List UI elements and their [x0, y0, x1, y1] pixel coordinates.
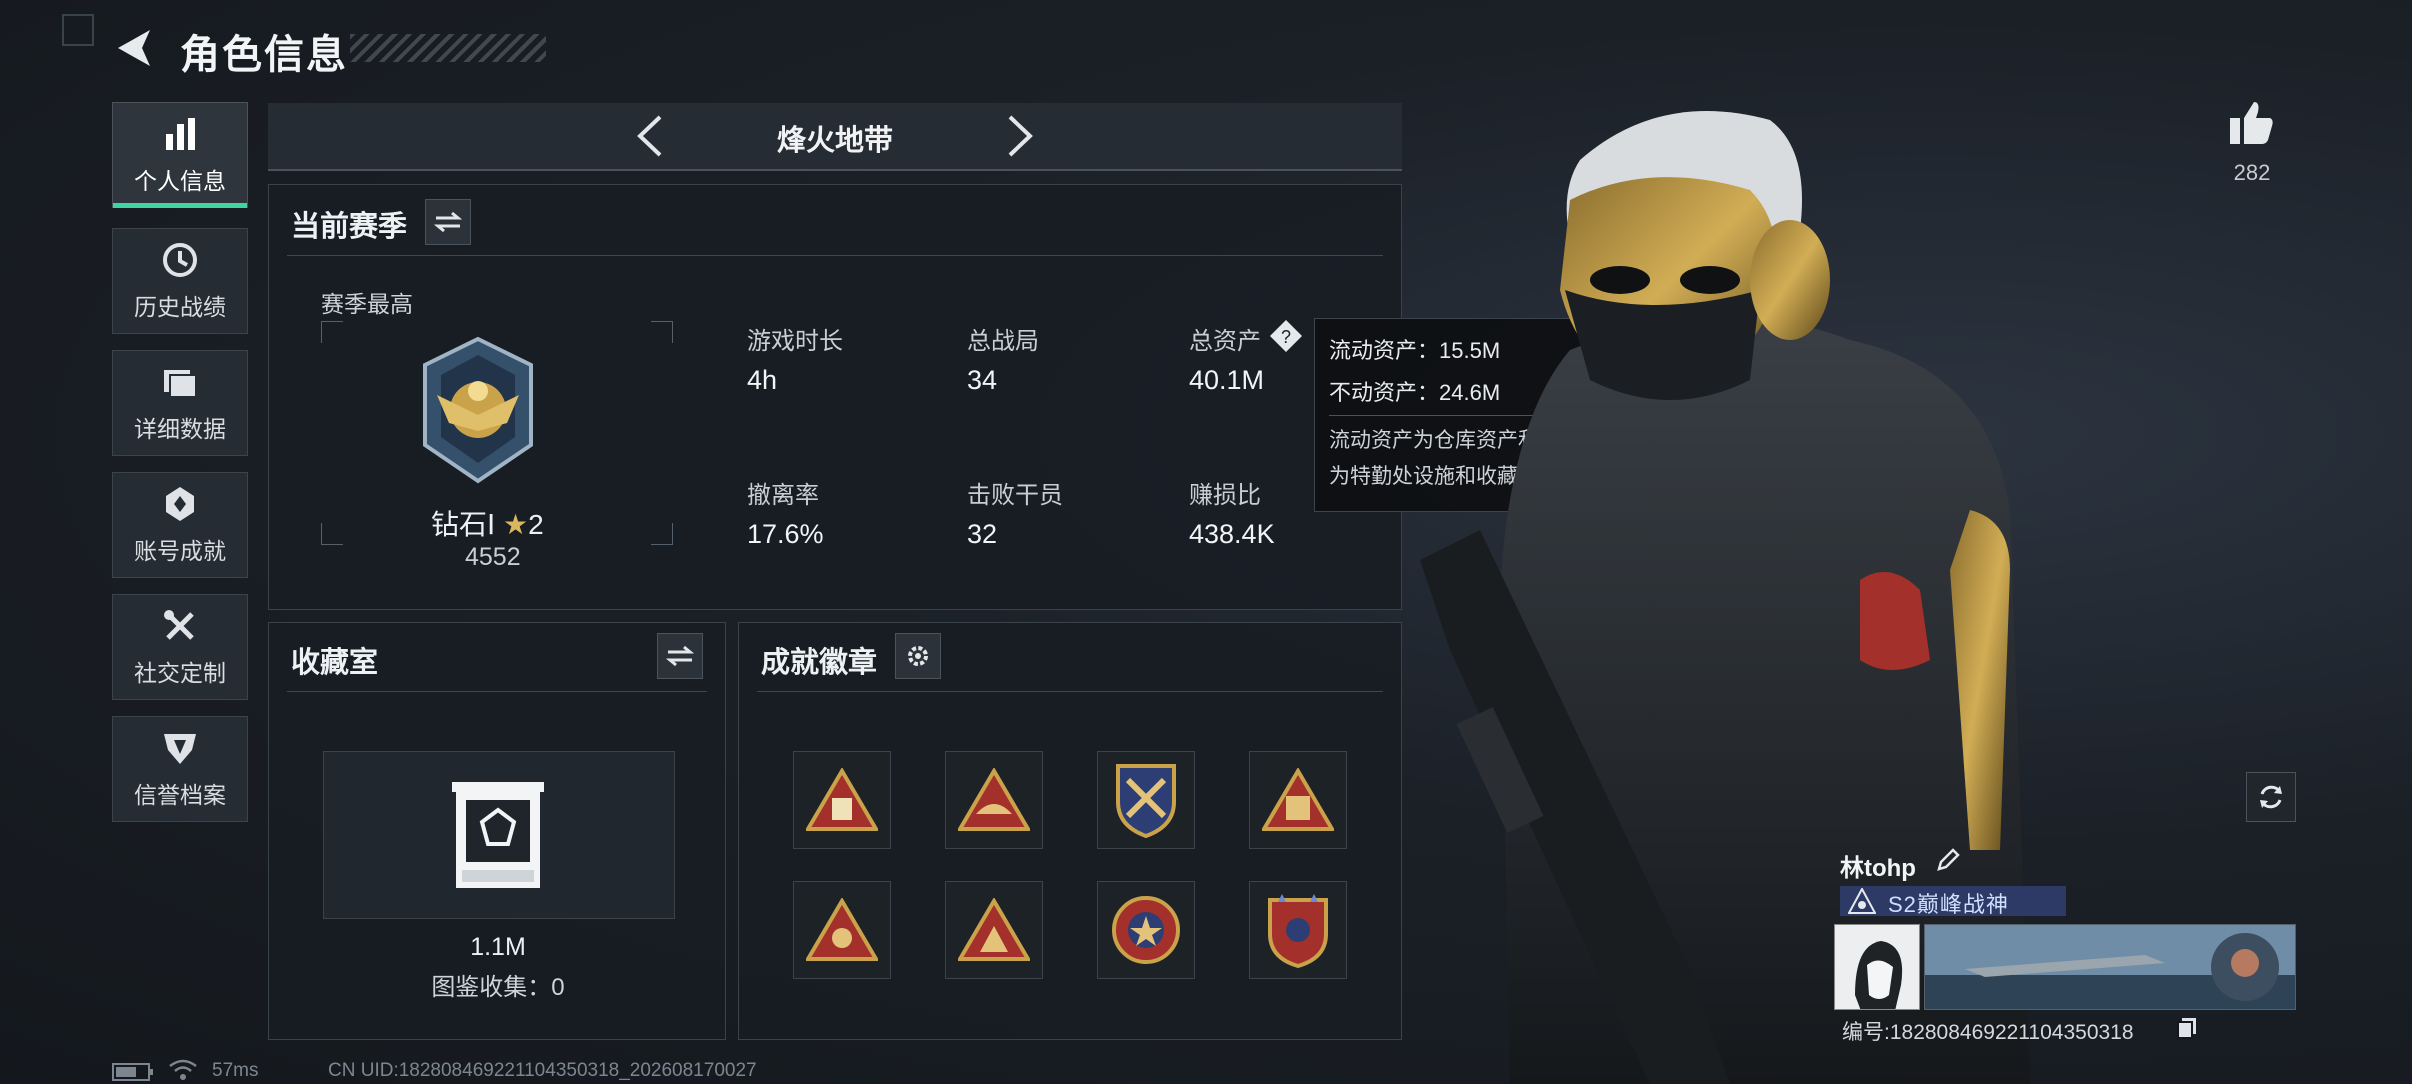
triangle-badge-icon — [958, 898, 1030, 961]
edit-pencil-icon[interactable] — [1936, 848, 1960, 872]
badge-item[interactable] — [1249, 751, 1347, 849]
collection-panel: 收藏室 1.1M 图鉴收集：0 — [268, 622, 726, 1040]
badge-item[interactable] — [793, 881, 891, 979]
divider — [757, 691, 1383, 692]
wifi-icon — [169, 1059, 197, 1080]
like-count: 282 — [2233, 160, 2271, 185]
chevron-right-icon[interactable] — [1002, 113, 1038, 159]
sidebar-item-label: 个人信息 — [134, 168, 226, 194]
badge-item[interactable] — [1097, 881, 1195, 979]
corner-mark — [62, 14, 94, 46]
stat-label: 总战局 — [967, 328, 1039, 355]
sidebar-item-social[interactable]: 社交定制 — [112, 594, 248, 700]
player-title: S2巅峰战神 — [1888, 892, 2009, 917]
gear-icon — [908, 646, 928, 666]
player-name: 林tohp — [1840, 855, 1916, 882]
player-id: 编号:182808469221104350318 — [1842, 1021, 2134, 1044]
badge-item[interactable] — [1097, 751, 1195, 849]
svg-text:?: ? — [1281, 327, 1291, 347]
badge-item[interactable] — [1249, 881, 1347, 979]
swap-icon — [434, 211, 462, 233]
sidebar-item-detailed-data[interactable]: 详细数据 — [112, 350, 248, 456]
stat-value: 4h — [747, 365, 778, 395]
stat-label: 总资产 — [1189, 328, 1261, 355]
divider — [287, 691, 707, 692]
sidebar-item-achievements[interactable]: 账号成就 — [112, 472, 248, 578]
sidebar-item-label: 历史战绩 — [134, 294, 226, 320]
triangle-badge-icon — [1262, 768, 1334, 831]
round-badge-icon — [1112, 896, 1180, 964]
season-title: 当前赛季 — [291, 211, 408, 243]
badges-settings-button[interactable] — [895, 633, 941, 679]
achievement-icon — [166, 487, 194, 521]
sidebar-item-reputation[interactable]: 信誉档案 — [112, 716, 248, 822]
season-switch-button[interactable] — [425, 199, 471, 245]
rank-stars: 2 — [528, 509, 544, 540]
reputation-icon — [164, 734, 196, 764]
stat-value: 438.4K — [1189, 519, 1275, 549]
collection-switch-button[interactable] — [657, 633, 703, 679]
sidebar-item-label: 社交定制 — [134, 660, 226, 686]
badges-title: 成就徽章 — [761, 647, 878, 679]
sidebar-item-history[interactable]: 历史战绩 — [112, 228, 248, 334]
help-icon[interactable]: ? — [1269, 319, 1303, 353]
stat-label: 游戏时长 — [747, 328, 843, 355]
badge-item[interactable] — [945, 751, 1043, 849]
tools-icon — [164, 610, 194, 640]
vault-icon — [452, 782, 544, 888]
collection-preview[interactable] — [323, 751, 675, 919]
sidebar-item-label: 账号成就 — [134, 538, 226, 564]
stat-value: 32 — [967, 519, 998, 549]
badge-item[interactable] — [793, 751, 891, 849]
triangle-badge-icon — [958, 768, 1030, 831]
battery-icon — [112, 1063, 153, 1081]
ping-text: 57ms — [212, 1060, 259, 1081]
stat-value: 34 — [967, 365, 998, 395]
title-emblem-icon — [1848, 888, 1876, 914]
stat-label: 撤离率 — [747, 482, 819, 509]
stat-value: 40.1M — [1189, 365, 1265, 395]
season-panel: 当前赛季 赛季最高 钻石Ⅰ ★2 4552 游戏时长 4h 总战局 34 总资产… — [268, 184, 1402, 610]
history-clock-icon — [163, 243, 197, 277]
page-title: 角色信息 — [180, 33, 348, 77]
collection-value: 1.1M — [470, 933, 526, 961]
bar-chart-icon — [166, 118, 195, 150]
player-banner[interactable] — [1924, 924, 2296, 1010]
title-decoration — [350, 34, 546, 62]
copy-icon[interactable] — [2176, 1016, 2198, 1040]
mode-selector: 烽火地带 — [268, 103, 1402, 171]
avatar[interactable] — [1834, 924, 1920, 1010]
sidebar-item-label: 详细数据 — [134, 416, 226, 442]
thumbs-up-icon[interactable] — [2228, 98, 2276, 146]
folder-icon — [164, 370, 197, 398]
collection-album: 图鉴收集：0 — [431, 974, 565, 1001]
stat-label: 赚损比 — [1189, 482, 1261, 509]
rank-name: 钻石Ⅰ ★2 — [431, 503, 544, 543]
rank-emblem-icon — [423, 336, 533, 484]
stat-label: 击败干员 — [967, 482, 1063, 509]
shield-badge-icon — [1268, 894, 1328, 969]
triangle-badge-icon — [806, 898, 878, 961]
badges-panel: 成就徽章 — [738, 622, 1402, 1040]
rotate-model-button[interactable] — [2246, 772, 2296, 822]
divider — [287, 255, 1383, 256]
badge-item[interactable] — [945, 881, 1043, 979]
back-arrow-icon[interactable] — [112, 26, 156, 70]
rank-score: 4552 — [465, 543, 521, 571]
swap-icon — [666, 645, 694, 667]
shield-badge-icon — [1116, 764, 1176, 839]
collection-title: 收藏室 — [291, 647, 379, 679]
star-icon: ★ — [503, 509, 529, 540]
stat-value: 17.6% — [747, 519, 824, 549]
rank-name-text: 钻石Ⅰ — [431, 509, 496, 540]
sidebar-item-label: 信誉档案 — [134, 782, 226, 808]
refresh-icon — [2260, 785, 2282, 809]
sidebar-item-personal-info[interactable]: 个人信息 — [112, 102, 248, 208]
triangle-badge-icon — [806, 768, 878, 831]
uid-text: CN UID:182808469221104350318_20260817002… — [328, 1060, 757, 1081]
mode-label: 烽火地带 — [776, 125, 893, 157]
season-best-label: 赛季最高 — [321, 291, 413, 317]
